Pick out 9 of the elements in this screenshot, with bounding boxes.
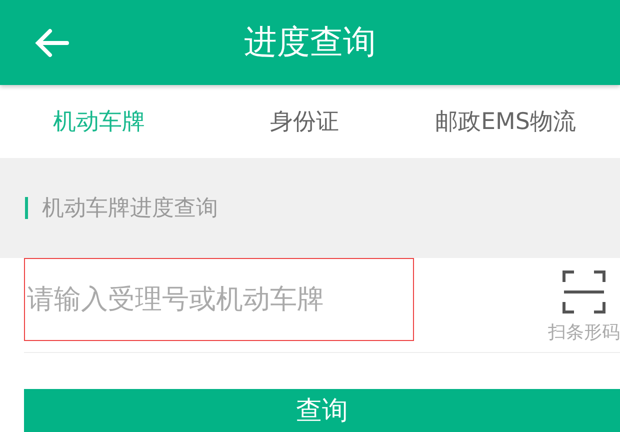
accent-bar	[25, 197, 28, 219]
tab[interactable]: 身份证	[270, 106, 339, 137]
back-icon[interactable]	[35, 28, 69, 58]
input-field[interactable]: 请输入受理号或机动车牌	[24, 258, 414, 341]
page-title: 进度查询	[244, 21, 376, 63]
section-title: 机动车牌进度查询	[42, 195, 218, 223]
scan-icon[interactable]	[562, 270, 606, 314]
tab[interactable]: 邮政EMS物流	[435, 106, 576, 137]
scan-label: 扫条形码	[548, 321, 620, 344]
